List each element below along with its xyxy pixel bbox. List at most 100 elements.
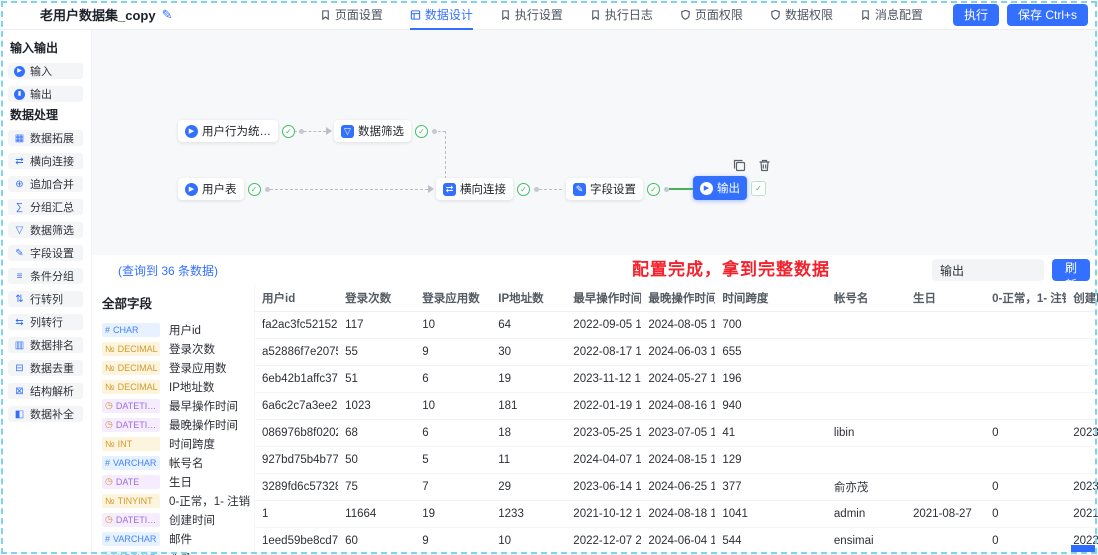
sidebar-item[interactable]: ∑ 分组汇总: [8, 199, 83, 215]
table-cell: 6eb42b1affc370da···: [255, 365, 338, 392]
results-bar: (查询到 36 条数据) 输出 刷新: [92, 255, 1098, 285]
sidebar-item[interactable]: ▮ 输出: [8, 86, 83, 102]
table-cell: 19: [491, 365, 566, 392]
field-row[interactable]: №DECIMAL 登录次数: [102, 341, 254, 356]
pencil-icon[interactable]: ✎: [162, 7, 173, 23]
table-row[interactable]: 1116641912332021-10-12 10:08:002024-08-1…: [255, 500, 1098, 527]
table-row[interactable]: 086976b8f0202f28···686182023-05-25 14:26…: [255, 419, 1098, 446]
sidebar-item[interactable]: ⊠ 结构解析: [8, 383, 83, 399]
table-cell: 2021-03: [1066, 500, 1098, 527]
sidebar-item[interactable]: ⊟ 数据去重: [8, 360, 83, 376]
table-cell: 3289fd6c57328c1···: [255, 473, 338, 500]
number-type-icon: №: [105, 344, 115, 354]
date-type-icon: ◷: [105, 514, 113, 525]
tab-2[interactable]: 执行设置: [500, 0, 563, 30]
table-row[interactable]: a52886f7e2075f30···559302022-08-17 15:30…: [255, 338, 1098, 365]
node-output[interactable]: ▶ 输出: [693, 176, 747, 200]
table-row[interactable]: fa2ac3fc52152d5a···11710642022-09-05 10:…: [255, 311, 1098, 338]
table-cell: [906, 338, 985, 365]
output-node-select[interactable]: 输出: [932, 259, 1044, 281]
sidebar-item[interactable]: ⊕ 追加合并: [8, 176, 83, 192]
sidebar-item[interactable]: ⇄ 横向连接: [8, 153, 83, 169]
table-cell: 2023-06-14 15:47:04: [566, 473, 641, 500]
table-cell: 6: [415, 365, 491, 392]
result-table: 用户id登录次数登录应用数IP地址数最早操作时间最晚操作时间时间跨度帐号名生日0…: [255, 285, 1098, 555]
table-cell: 51: [338, 365, 415, 392]
table-row[interactable]: 927bd75b4b77f80···505112024-04-07 16:25:…: [255, 446, 1098, 473]
field-row[interactable]: №DECIMAL 登录应用数: [102, 360, 254, 375]
table-row[interactable]: 6a6c2c7a3ee2894···1023101812022-01-19 16…: [255, 392, 1098, 419]
table-cell: 29: [491, 473, 566, 500]
sidebar-item[interactable]: ⇆ 列转行: [8, 314, 83, 330]
group-summary-icon: ∑: [14, 202, 25, 213]
field-row[interactable]: #VARCHAR 帐号名: [102, 455, 254, 470]
column-header: 最早操作时间: [566, 285, 641, 311]
node-data-filter[interactable]: ▽ 数据筛选: [334, 120, 411, 142]
sidebar-item[interactable]: ✎ 字段设置: [8, 245, 83, 261]
data-expand-icon: ▦: [14, 133, 25, 144]
table-cell: [827, 446, 906, 473]
connector-solid-green: [669, 188, 693, 190]
execute-button[interactable]: 执行: [953, 4, 999, 26]
tab-3[interactable]: 执行日志: [590, 0, 653, 30]
field-row[interactable]: ◷DATETI… 创建时间: [102, 512, 254, 527]
column-header: 登录次数: [338, 285, 415, 311]
success-check-icon: [647, 183, 660, 196]
table-cell: 1eed59be8cd7885···: [255, 527, 338, 554]
table-cell: 2023-11-12 14:43:14: [566, 365, 641, 392]
sidebar-item[interactable]: ⇅ 行转列: [8, 291, 83, 307]
sidebar-item[interactable]: ▽ 数据筛选: [8, 222, 83, 238]
field-row[interactable]: №DECIMAL IP地址数: [102, 379, 254, 394]
refresh-button[interactable]: 刷新: [1052, 259, 1090, 281]
connector-dashed: [539, 189, 562, 190]
tab-1[interactable]: 数据设计: [410, 0, 473, 30]
table-cell: 1233: [491, 500, 566, 527]
number-type-icon: №: [105, 382, 115, 392]
trash-icon[interactable]: [757, 158, 772, 173]
field-row[interactable]: #CHAR 用户id: [102, 322, 254, 337]
table-row[interactable]: 3289fd6c57328c1···757292023-06-14 15:47:…: [255, 473, 1098, 500]
table-cell: 41: [715, 419, 827, 446]
table-row[interactable]: 1eed59be8cd7885···609102022-12-07 22:16:…: [255, 527, 1098, 554]
table-cell: 68: [338, 419, 415, 446]
field-row[interactable]: ◷DATETI… 最晚操作时间: [102, 417, 254, 432]
sidebar-item[interactable]: ≡ 条件分组: [8, 268, 83, 284]
field-row[interactable]: ◷DATETI… 最早操作时间: [102, 398, 254, 413]
node-user-table[interactable]: ▶ 用户表: [178, 178, 244, 200]
tab-6[interactable]: 消息配置: [860, 0, 923, 30]
node-user-behavior[interactable]: ▶ 用户行为统…: [178, 120, 278, 142]
table-row[interactable]: 6eb42b1affc370da···516192023-11-12 14:43…: [255, 365, 1098, 392]
sidebar-item[interactable]: ▦ 数据拓展: [8, 130, 83, 146]
play-circle-icon: ▶: [185, 183, 198, 196]
field-row[interactable]: ◷DATE 生日: [102, 474, 254, 489]
field-row[interactable]: №INT 时间跨度: [102, 436, 254, 451]
flow-canvas[interactable]: ▶ 用户行为统… ▽ 数据筛选 ▶ 用户表 ⇄ 横向连: [92, 30, 1098, 255]
column-header: 用户id: [255, 285, 338, 311]
tab-4[interactable]: 页面权限: [680, 0, 743, 30]
field-row[interactable]: #VARCHAR 邮件: [102, 531, 254, 546]
annotation-text: 配置完成，拿到完整数据: [632, 255, 830, 280]
sidebar-item[interactable]: ▥ 数据排名: [8, 337, 83, 353]
topbar-actions: 执行 保存 Ctrl+s: [953, 4, 1088, 26]
table-body: fa2ac3fc52152d5a···11710642022-09-05 10:…: [255, 311, 1098, 554]
field-row[interactable]: №TINYINT 0-正常，1- 注销 不…: [102, 493, 254, 508]
table-cell: [1066, 392, 1098, 419]
shield-icon: [770, 9, 781, 21]
sidebar-item[interactable]: ◧ 数据补全: [8, 406, 83, 422]
tab-0[interactable]: 页面设置: [320, 0, 383, 30]
node-group-data-filter: ▽ 数据筛选: [334, 120, 437, 142]
node-horizontal-join[interactable]: ⇄ 横向连接: [436, 178, 513, 200]
copy-icon[interactable]: [732, 158, 747, 173]
tab-5[interactable]: 数据权限: [770, 0, 833, 30]
table-cell: 10: [415, 392, 491, 419]
node-field-settings[interactable]: ✎ 字段设置: [566, 178, 643, 200]
input-icon: ▶: [14, 66, 25, 77]
row-to-column-icon: ⇅: [14, 294, 25, 305]
append-merge-icon: ⊕: [14, 179, 25, 190]
field-type-badge: №INT: [102, 437, 160, 451]
topbar-tabs: 页面设置 数据设计 执行设置 执行日志 页面权限 数据权限 消息配置: [320, 0, 923, 30]
field-row[interactable]: #VARCHAR 头像: [102, 550, 254, 555]
result-table-wrap[interactable]: 用户id登录次数登录应用数IP地址数最早操作时间最晚操作时间时间跨度帐号名生日0…: [255, 285, 1098, 555]
save-button[interactable]: 保存 Ctrl+s: [1007, 4, 1088, 26]
sidebar-item[interactable]: ▶ 输入: [8, 63, 83, 79]
